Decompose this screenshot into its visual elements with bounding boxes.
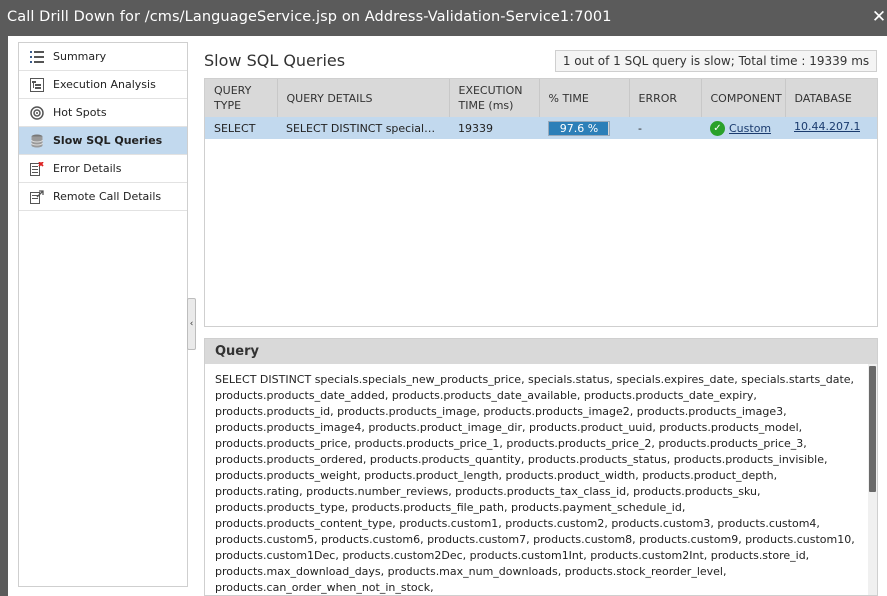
query-scrollbar[interactable] xyxy=(868,364,877,595)
title-bar: Call Drill Down for /cms/LanguageService… xyxy=(0,0,887,36)
cell-error: - xyxy=(638,121,642,135)
query-text: SELECT DISTINCT specials.specials_new_pr… xyxy=(215,373,855,594)
query-scroll-thumb[interactable] xyxy=(869,366,876,492)
query-panel-title: Query xyxy=(205,339,877,364)
nav-item-slow-sql-queries[interactable]: Slow SQL Queries xyxy=(19,127,187,155)
remote-call-icon xyxy=(29,189,45,205)
slow-query-summary: 1 out of 1 SQL query is slow; Total time… xyxy=(555,50,877,72)
cell-execution-time: 19339 xyxy=(458,121,493,135)
slow-sql-table: QUERY TYPE QUERY DETAILS EXECUTION TIME … xyxy=(204,78,878,327)
list-icon xyxy=(29,49,45,65)
slow-sql-grid: QUERY TYPE QUERY DETAILS EXECUTION TIME … xyxy=(205,79,877,139)
left-nav: Summary Execution Analysis Hot Spots Slo… xyxy=(18,42,188,587)
pct-time-label: 97.6 % xyxy=(559,121,599,135)
nav-item-remote-call-details[interactable]: Remote Call Details xyxy=(19,183,187,211)
column-header-execution-time[interactable]: EXECUTION TIME (ms) xyxy=(449,79,540,117)
cell-database: 10.44.207.1 xyxy=(785,117,877,139)
error-doc-icon xyxy=(29,161,45,177)
cell-pct-time: 97.6 % xyxy=(539,117,629,139)
table-row[interactable]: SELECT SELECT DISTINCT specials.specials… xyxy=(205,117,877,139)
check-circle-icon: ✓ xyxy=(710,120,725,136)
target-icon xyxy=(29,105,45,121)
nav-label-error-details: Error Details xyxy=(53,162,122,175)
chevron-left-icon: ‹ xyxy=(189,319,194,329)
content-area: Summary Execution Analysis Hot Spots Slo… xyxy=(8,36,887,596)
page-title: Slow SQL Queries xyxy=(204,51,346,70)
database-link[interactable]: 10.44.207.1 xyxy=(794,120,860,133)
cell-query-type: SELECT xyxy=(214,121,256,135)
nav-item-summary[interactable]: Summary xyxy=(19,43,187,71)
column-header-query-details[interactable]: QUERY DETAILS xyxy=(277,79,450,117)
nav-label-execution-analysis: Execution Analysis xyxy=(53,78,156,91)
pct-time-bar: 97.6 % xyxy=(548,120,610,136)
column-header-query-type[interactable]: QUERY TYPE xyxy=(205,79,278,117)
cell-component: ✓ Custom xyxy=(701,117,785,139)
column-header-pct-time[interactable]: % TIME xyxy=(539,79,630,117)
table-header-row: QUERY TYPE QUERY DETAILS EXECUTION TIME … xyxy=(205,79,877,117)
nav-label-remote-call-details: Remote Call Details xyxy=(53,190,162,203)
nav-label-summary: Summary xyxy=(53,50,107,63)
nav-item-error-details[interactable]: Error Details xyxy=(19,155,187,183)
collapse-nav-handle[interactable]: ‹ xyxy=(187,298,196,350)
cell-query-details: SELECT DISTINCT specials.specials_new_pr… xyxy=(286,121,449,135)
component-link[interactable]: Custom xyxy=(729,122,771,135)
column-header-component[interactable]: COMPONENT xyxy=(701,79,786,117)
close-icon[interactable]: ✕ xyxy=(871,8,887,26)
database-icon xyxy=(29,133,45,149)
tree-icon xyxy=(29,77,45,93)
column-header-error[interactable]: ERROR xyxy=(629,79,702,117)
column-header-database[interactable]: DATABASE xyxy=(785,79,877,117)
window-title: Call Drill Down for /cms/LanguageService… xyxy=(7,9,612,25)
nav-label-slow-sql-queries: Slow SQL Queries xyxy=(53,134,163,147)
nav-item-execution-analysis[interactable]: Execution Analysis xyxy=(19,71,187,99)
nav-item-hot-spots[interactable]: Hot Spots xyxy=(19,99,187,127)
query-panel: Query SELECT DISTINCT specials.specials_… xyxy=(204,338,878,596)
call-drill-down-window: Call Drill Down for /cms/LanguageService… xyxy=(0,0,887,596)
nav-label-hot-spots: Hot Spots xyxy=(53,106,107,119)
